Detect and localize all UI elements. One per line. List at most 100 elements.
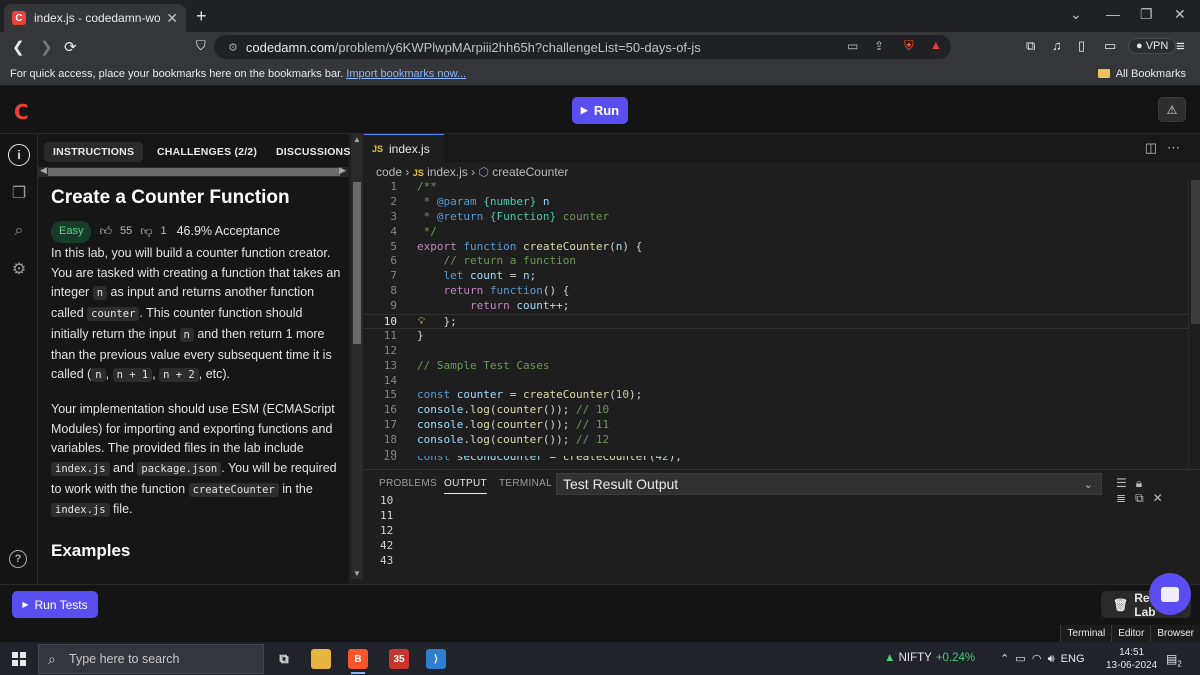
problem-title: Create a Counter Function (51, 187, 290, 208)
codedamn-logo[interactable]: C (14, 100, 29, 124)
info-icon[interactable]: i (8, 144, 30, 166)
brave-rewards-icon[interactable]: ▲ (930, 38, 942, 52)
thumbs-down-icon[interactable]: 👎︎ (140, 222, 152, 242)
chevron-right-icon: › (405, 165, 413, 179)
share-icon[interactable]: ⇪ (874, 39, 884, 53)
chat-support-button[interactable] (1149, 573, 1191, 615)
tab-editor-layout[interactable]: Editor (1111, 625, 1151, 642)
editor-vertical-scrollbar[interactable] (1188, 180, 1200, 469)
vscode-icon[interactable]: ⟩ (426, 649, 446, 669)
scroll-up-icon[interactable]: ▲ (353, 135, 361, 144)
notifications-icon[interactable]: ▤2 (1166, 652, 1182, 668)
scrollbar-thumb[interactable] (48, 168, 340, 176)
bookmarks-message: For quick access, place your bookmarks h… (10, 68, 466, 80)
windows-start-icon[interactable] (12, 652, 26, 666)
settings-gear-icon[interactable]: ⚙ (8, 258, 30, 280)
close-window-icon[interactable]: ✕ (1174, 6, 1186, 23)
bookmark-icon[interactable]: ⛉ (196, 38, 206, 54)
scroll-left-icon[interactable]: ◀ (40, 165, 47, 176)
app-header: C ▶ Run ⚠ (0, 86, 1200, 134)
tab-discussions[interactable]: DISCUSSIONS (276, 142, 351, 162)
extensions-icon[interactable]: ⧉ (1026, 38, 1035, 54)
site-info-icon[interactable]: ⚙ (228, 41, 238, 54)
tab-search-icon[interactable]: ⌄ (1070, 6, 1082, 23)
editor-tab-bar: JS index.js ◫⋯ (364, 134, 1200, 162)
file-explorer-icon[interactable] (311, 649, 331, 669)
files-icon[interactable]: ❐ (8, 182, 30, 204)
back-icon[interactable]: ❮ (12, 38, 25, 56)
more-actions-icon[interactable]: ⋯ (1167, 140, 1190, 155)
lock-icon[interactable]: 🔒︎ (1136, 476, 1151, 490)
volume-icon[interactable]: 🔊︎ (1048, 653, 1055, 665)
run-tests-button[interactable]: ▶ Run Tests (12, 591, 98, 618)
all-bookmarks-button[interactable]: All Bookmarks (1097, 68, 1186, 80)
clock[interactable]: 14:51 13-06-2024 (1106, 646, 1157, 672)
app-badge-icon[interactable]: 35 (389, 649, 409, 669)
scrollbar-thumb[interactable] (353, 182, 361, 344)
vpn-button[interactable]: ● VPN (1128, 38, 1177, 54)
output-line: 12 (380, 524, 394, 537)
scroll-down-icon[interactable]: ▼ (353, 569, 361, 578)
clear-output-icon[interactable]: ≣ (1116, 491, 1135, 505)
breadcrumb-file[interactable]: index.js (427, 165, 468, 179)
tab-browser-layout[interactable]: Browser (1150, 625, 1200, 642)
horizontal-scrollbar[interactable]: ◀ ▶ (38, 165, 348, 177)
code-lines[interactable]: 1/** 2 * @param {number} n 3 * @return {… (364, 180, 1200, 462)
tab-terminal[interactable]: TERMINAL (499, 478, 552, 489)
help-icon[interactable]: ? (9, 550, 27, 568)
instructions-tabs: INSTRUCTIONS CHALLENGES (2/2) DISCUSSION… (38, 134, 351, 166)
tab-terminal-layout[interactable]: Terminal (1060, 625, 1112, 642)
thumbs-up-icon[interactable]: 👍︎ (99, 222, 112, 242)
browser-tab[interactable]: C index.js - codedamn-workspace ✕ (4, 4, 186, 32)
task-view-icon[interactable]: ⧉ (274, 649, 294, 669)
tab-challenges[interactable]: CHALLENGES (2/2) (157, 142, 257, 162)
forward-icon[interactable]: ❯ (40, 38, 53, 56)
wifi-icon[interactable]: ◠ (1032, 653, 1042, 665)
inline-code: n (179, 327, 194, 342)
sidebar-icon[interactable]: ▯ (1078, 38, 1085, 54)
maximize-panel-icon[interactable]: ⧉ (1135, 491, 1153, 505)
stock-ticker[interactable]: ▲ NIFTY +0.24% (884, 652, 975, 664)
search-icon[interactable]: ⌕ (8, 220, 30, 242)
tab-output[interactable]: OUTPUT (444, 478, 487, 494)
taskbar-search[interactable]: ⌕ Type here to search (38, 644, 264, 674)
wallet-icon[interactable]: ▭ (1104, 38, 1116, 54)
inline-code: counter (87, 307, 140, 322)
breadcrumb-symbol[interactable]: createCounter (492, 165, 568, 179)
close-panel-icon[interactable]: ✕ (1153, 491, 1172, 505)
url-path: /problem/y6KWPlwpMArpiii2hh65h?challenge… (334, 39, 701, 55)
media-icon[interactable]: ♫ (1052, 38, 1062, 53)
scroll-right-icon[interactable]: ▶ (339, 165, 346, 176)
code-line: 19 (383, 448, 397, 457)
network-icon[interactable]: ▭ (1015, 653, 1025, 665)
cast-icon[interactable]: ▭ (847, 39, 858, 53)
bookmarks-hint: For quick access, place your bookmarks h… (10, 68, 344, 80)
scrollbar-thumb[interactable] (1191, 180, 1200, 324)
editor-tab-index-js[interactable]: JS index.js (364, 134, 444, 162)
show-hidden-icon[interactable]: ⌃ (1000, 653, 1009, 665)
import-bookmarks-link[interactable]: Import bookmarks now... (346, 68, 466, 80)
tab-instructions[interactable]: INSTRUCTIONS (44, 142, 144, 162)
minimize-icon[interactable]: — (1106, 6, 1120, 22)
run-button[interactable]: ▶ Run (572, 97, 628, 124)
filter-lines-icon[interactable]: ☰ (1116, 476, 1136, 490)
close-tab-icon[interactable]: ✕ (166, 10, 178, 27)
menu-icon[interactable]: ≡ (1176, 38, 1185, 55)
brave-shields-icon[interactable]: ⛨ (904, 38, 914, 54)
code-line: 7 let count = n; (390, 269, 537, 283)
brave-browser-icon[interactable]: B (348, 649, 368, 669)
tab-problems[interactable]: PROBLEMS (379, 478, 437, 489)
language-indicator[interactable]: ENG (1061, 653, 1085, 665)
new-tab-icon[interactable]: + (196, 6, 207, 27)
address-bar[interactable]: ⚙ codedamn.com/problem/y6KWPlwpMArpiii2h… (214, 35, 951, 59)
play-icon: ▶ (580, 105, 588, 115)
reload-icon[interactable]: ⟳ (64, 38, 77, 56)
instructions-vertical-scrollbar[interactable]: ▲ ▼ (351, 134, 363, 579)
output-channel-select[interactable]: Test Result Output ⌄ (556, 473, 1102, 495)
maximize-icon[interactable]: ❐ (1140, 6, 1153, 23)
code-line: 18 console.log(counter()); // 12 (383, 433, 610, 447)
report-bug-button[interactable]: ⚠ (1158, 97, 1186, 122)
split-editor-icon[interactable]: ◫ (1145, 140, 1167, 155)
code-line: 8 return function() { (390, 284, 570, 298)
breadcrumb-folder[interactable]: code (376, 165, 402, 179)
